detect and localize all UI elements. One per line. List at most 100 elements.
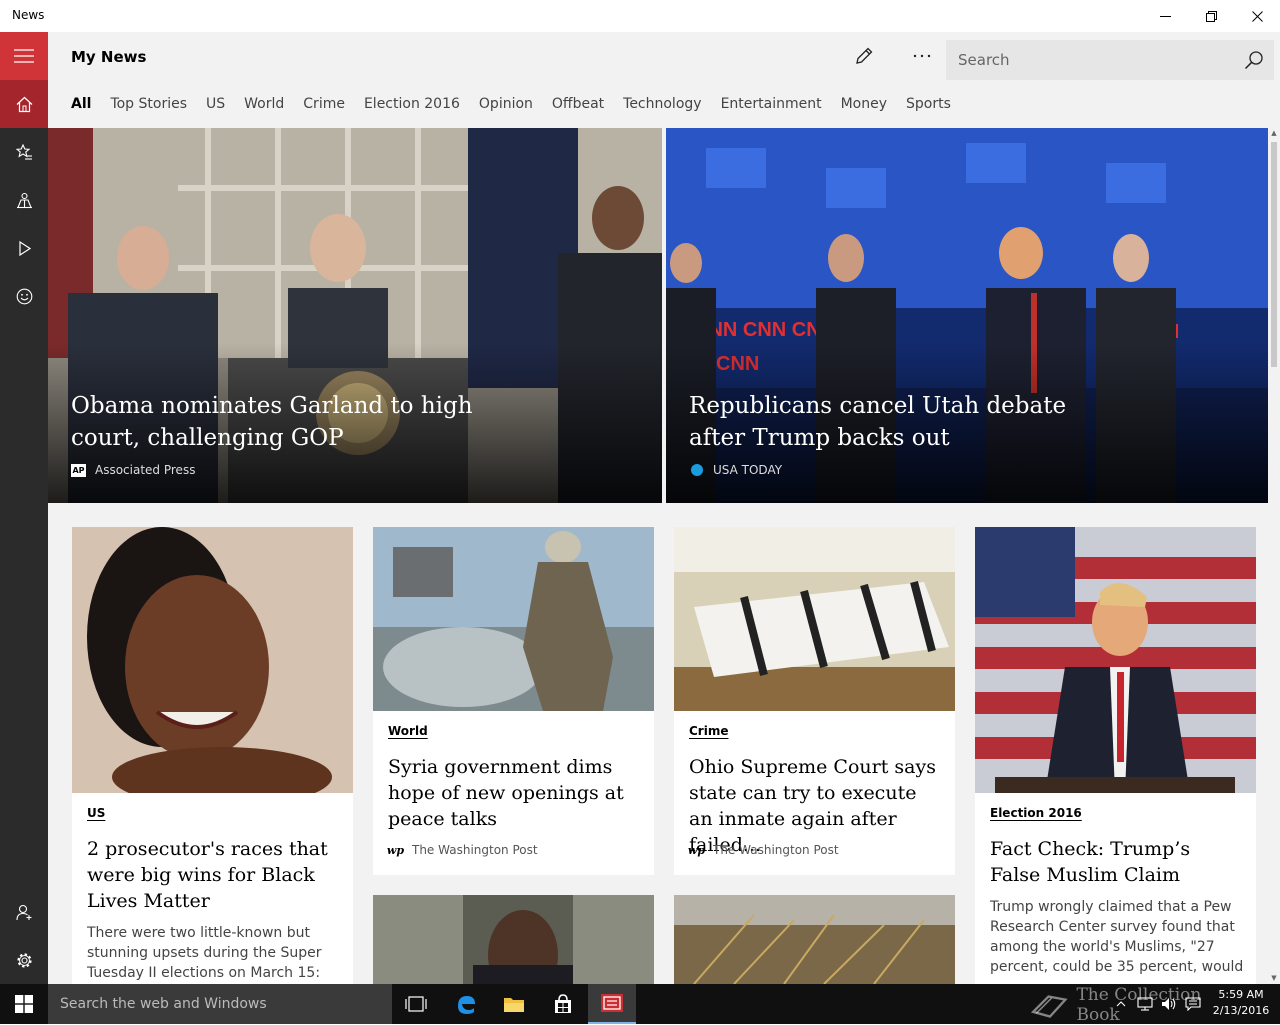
washington-post-logo-icon: wp: [386, 843, 405, 857]
search-button[interactable]: [1234, 40, 1274, 80]
search-input[interactable]: [946, 40, 1236, 80]
usa-today-logo-icon: [689, 464, 704, 477]
home-icon: [16, 96, 32, 112]
taskbar-clock[interactable]: 5:59 AM 2/13/2016: [1208, 987, 1274, 1019]
restore-button[interactable]: [1188, 0, 1234, 32]
tab-top-stories[interactable]: Top Stories: [110, 96, 187, 118]
minimize-button[interactable]: [1142, 0, 1188, 32]
vertical-scrollbar[interactable]: ▲ ▼: [1268, 128, 1280, 984]
tray-notifications-button[interactable]: [1182, 984, 1204, 1024]
card-photo-2: [373, 527, 654, 711]
nav-video[interactable]: [0, 224, 48, 272]
tab-entertainment[interactable]: Entertainment: [721, 96, 822, 118]
pencil-icon: [856, 47, 873, 64]
page-title: My News: [71, 48, 147, 66]
source-name: The Washington Post: [412, 843, 538, 857]
tab-technology[interactable]: Technology: [623, 96, 701, 118]
taskbar-edge[interactable]: [442, 984, 490, 1024]
close-icon: [1251, 10, 1263, 22]
hero-article-2[interactable]: CNN CNN CNNCNNCNN Republicans cancel Uta…: [666, 128, 1268, 503]
card-photo-6: [674, 895, 955, 984]
nav-interests[interactable]: [0, 128, 48, 176]
article-card-partial-1[interactable]: [373, 895, 654, 984]
card-photo-1: [72, 527, 353, 793]
start-button[interactable]: [0, 984, 48, 1024]
hero-article-1[interactable]: Obama nominates Garland to high court, c…: [48, 128, 662, 503]
tab-offbeat[interactable]: Offbeat: [552, 96, 604, 118]
tab-money[interactable]: Money: [841, 96, 887, 118]
hero-source: USA TODAY: [689, 463, 782, 477]
card-source: wp The Washington Post: [386, 843, 538, 857]
edit-button[interactable]: [842, 40, 886, 72]
taskbar: Search the web and Windows The Collectio…: [0, 984, 1280, 1025]
article-card-partial-2[interactable]: [674, 895, 955, 984]
tray-volume-button[interactable]: [1158, 984, 1180, 1024]
article-card-us[interactable]: US 2 prosecutor's races that were big wi…: [72, 527, 353, 984]
tray-network-button[interactable]: [1134, 984, 1156, 1024]
restore-icon: [1205, 10, 1217, 22]
scroll-down-icon[interactable]: ▼: [1268, 973, 1280, 983]
volume-icon: [1162, 998, 1176, 1010]
category-tabs: All Top Stories US World Crime Election …: [71, 96, 970, 118]
header: My News All Top Stories US World Crime E…: [48, 32, 1280, 128]
local-news-icon: [16, 192, 32, 208]
tab-world[interactable]: World: [244, 96, 284, 118]
smiley-icon: [16, 288, 32, 304]
taskbar-store[interactable]: [539, 984, 587, 1024]
card-photo-4: [975, 527, 1256, 793]
network-icon: [1137, 997, 1153, 1011]
store-icon: [555, 994, 571, 1013]
hero-headline: Obama nominates Garland to high court, c…: [71, 393, 473, 451]
tab-crime[interactable]: Crime: [303, 96, 345, 118]
hamburger-button[interactable]: [0, 32, 48, 80]
article-card-election-2016[interactable]: Election 2016 Fact Check: Trump’s False …: [975, 527, 1256, 984]
add-user-icon: [15, 904, 31, 920]
more-icon: [913, 54, 931, 58]
article-card-crime[interactable]: Crime Ohio Supreme Court says state can …: [674, 527, 955, 875]
taskbar-file-explorer[interactable]: [490, 984, 538, 1024]
washington-post-logo-icon: wp: [687, 843, 706, 857]
book-watermark-icon: [1030, 995, 1068, 1018]
close-button[interactable]: [1234, 0, 1280, 32]
card-photo-5: [373, 895, 654, 984]
star-list-icon: [15, 143, 32, 160]
source-name: Associated Press: [95, 463, 196, 477]
hamburger-icon: [14, 49, 34, 63]
scroll-thumb[interactable]: [1271, 142, 1277, 367]
card-category: US: [87, 806, 106, 820]
card-summary: There were two little-known but stunning…: [87, 925, 322, 981]
taskbar-search[interactable]: Search the web and Windows: [48, 984, 392, 1024]
tab-opinion[interactable]: Opinion: [479, 96, 533, 118]
card-category: Crime: [689, 724, 729, 738]
folder-icon: [504, 998, 524, 1012]
sidebar: [0, 32, 48, 984]
action-center-icon: [1185, 997, 1201, 1011]
news-feed: Obama nominates Garland to high court, c…: [48, 128, 1268, 984]
edge-icon: [458, 996, 475, 1014]
task-view-button[interactable]: [392, 984, 440, 1024]
card-source: wp The Washington Post: [687, 843, 839, 857]
nav-local[interactable]: [0, 176, 48, 224]
scroll-up-icon[interactable]: ▲: [1268, 128, 1280, 138]
tab-us[interactable]: US: [206, 96, 225, 118]
tab-election-2016[interactable]: Election 2016: [364, 96, 460, 118]
windows-logo-icon: [15, 995, 33, 1013]
nav-feedback[interactable]: [0, 272, 48, 320]
taskbar-news-app[interactable]: [588, 984, 636, 1024]
tab-all[interactable]: All: [71, 96, 91, 118]
card-headline: 2 prosecutor's races that were big wins …: [87, 838, 328, 912]
play-icon: [18, 240, 31, 256]
account-button[interactable]: [0, 888, 48, 936]
article-card-world[interactable]: World Syria government dims hope of new …: [373, 527, 654, 875]
settings-button[interactable]: [0, 936, 48, 984]
clock-date: 2/13/2016: [1212, 1004, 1270, 1017]
search-box: [946, 40, 1274, 80]
nav-home[interactable]: [0, 80, 48, 128]
source-name: The Washington Post: [713, 843, 839, 857]
card-headline: Fact Check: Trump’s False Muslim Claim: [990, 838, 1191, 886]
hero-headline: Republicans cancel Utah debate after Tru…: [689, 393, 1067, 451]
more-options-button[interactable]: [900, 40, 944, 72]
card-headline: Syria government dims hope of new openin…: [388, 756, 624, 830]
tray-chevron-button[interactable]: [1110, 984, 1132, 1024]
tab-sports[interactable]: Sports: [906, 96, 951, 118]
